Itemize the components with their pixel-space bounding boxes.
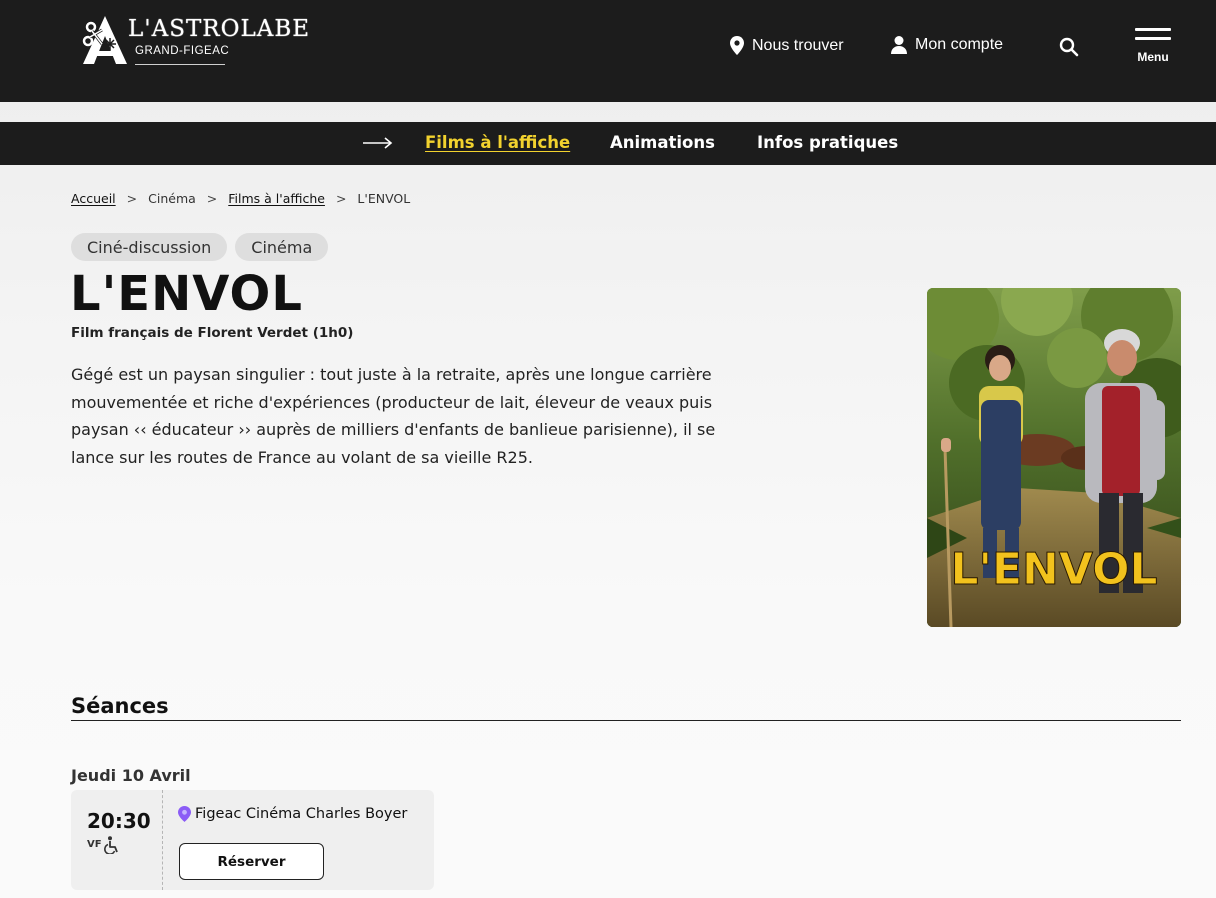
film-synopsis: Gégé est un paysan singulier : tout just… [71,365,716,467]
session-venue[interactable]: Figeac Cinéma Charles Boyer [178,806,407,822]
logo-subname: GRAND-FIGEAC [135,45,230,57]
map-pin-icon [730,36,744,55]
breadcrumb-cinema: Cinéma [148,191,196,206]
site-header: L'ASTROLABE GRAND-FIGEAC Nous trouver Mo… [0,0,1216,102]
breadcrumb-films[interactable]: Films à l'affiche [228,191,325,206]
session-card: 20:30 VF Figeac Cinéma Charles Boyer Rés… [71,790,434,890]
film-subtitle: Film français de Florent Verdet (1h0) [71,325,354,341]
breadcrumb-home[interactable]: Accueil [71,191,116,206]
film-tags: Ciné-discussion Cinéma [71,233,329,261]
seances-divider [71,720,1181,721]
account-link[interactable]: Mon compte [891,36,1003,54]
breadcrumb-current: L'ENVOL [357,191,411,206]
find-us-label: Nous trouver [752,36,844,54]
session-venue-label: Figeac Cinéma Charles Boyer [195,806,408,822]
tag-cinema[interactable]: Cinéma [235,233,329,261]
session-time: 20:30 [87,809,151,833]
astrolabe-logo-icon [82,16,127,64]
session-time-column: 20:30 VF [71,790,163,890]
hamburger-icon [1135,28,1171,31]
wheelchair-icon [104,836,118,854]
logo-name: L'ASTROLABE [128,16,311,42]
search-icon [1059,37,1079,57]
seances-heading: Séances [71,694,169,718]
user-icon [891,36,907,54]
session-day-label: Jeudi 10 Avril [71,766,191,785]
breadcrumb-separator: > [206,191,218,206]
location-pin-icon [178,806,191,822]
logo-underline [135,64,225,65]
nav-item-films[interactable]: Films à l'affiche [425,133,570,152]
breadcrumb-separator: > [126,191,138,206]
tag-cine-discussion[interactable]: Ciné-discussion [71,233,228,261]
main-nav: Films à l'affiche Animations Infos prati… [0,122,1216,165]
reserve-button[interactable]: Réserver [179,843,324,880]
nav-item-infos[interactable]: Infos pratiques [757,133,898,152]
session-version: VF [87,839,102,850]
account-label: Mon compte [915,36,1004,53]
arrow-right-icon [363,137,393,149]
nav-item-animations[interactable]: Animations [610,133,715,152]
site-logo[interactable]: L'ASTROLABE GRAND-FIGEAC [80,14,309,68]
menu-button[interactable]: Menu [1134,28,1172,68]
film-poster[interactable]: L'ENVOL [927,288,1181,627]
poster-title: L'ENVOL [950,544,1158,596]
page-title: L'ENVOL [70,266,303,322]
breadcrumb: Accueil > Cinéma > Films à l'affiche > L… [71,191,410,206]
breadcrumb-separator: > [335,191,347,206]
search-button[interactable] [1059,37,1079,57]
menu-label: Menu [1137,50,1169,64]
find-us-link[interactable]: Nous trouver [730,36,844,55]
poster-title-text: L'ENVOL [950,544,1157,595]
hamburger-icon-bar [1135,37,1171,40]
